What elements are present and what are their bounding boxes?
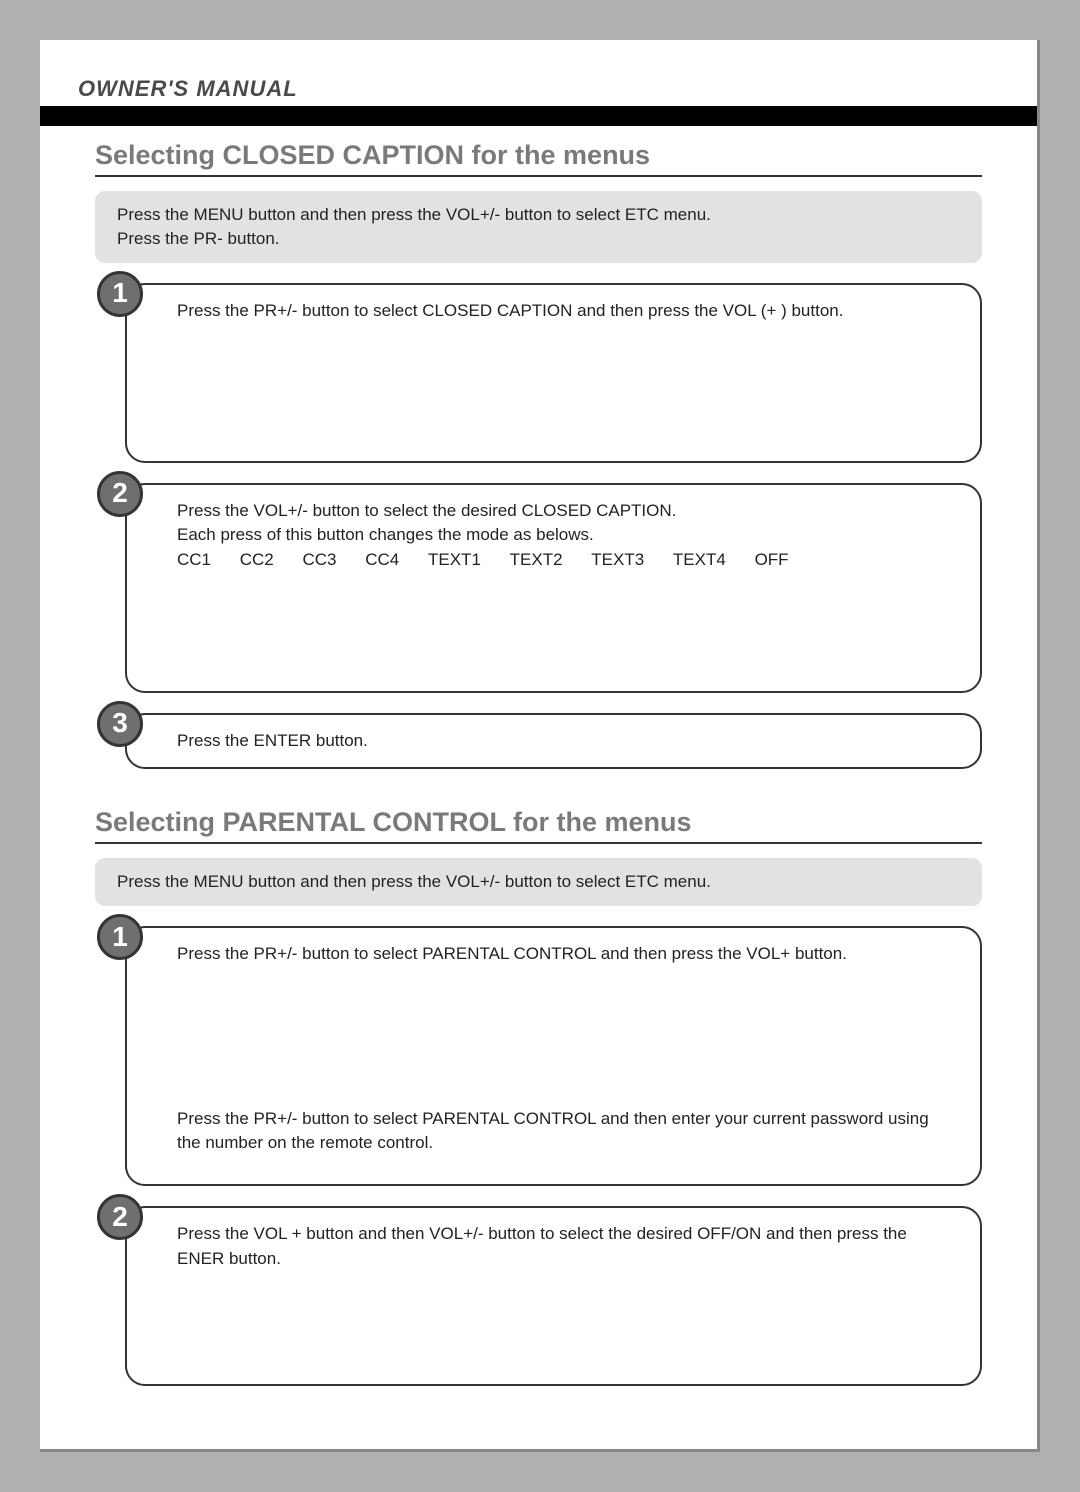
intro-line: Press the MENU button and then press the…: [117, 203, 960, 227]
mode-option: CC1: [177, 548, 211, 573]
mode-option: TEXT1: [428, 548, 481, 573]
mode-option: TEXT3: [591, 548, 644, 573]
header-divider-bar: [40, 106, 1037, 126]
page: OWNER'S MANUAL Selecting CLOSED CAPTION …: [40, 40, 1040, 1452]
page-content: Selecting CLOSED CAPTION for the menus P…: [95, 140, 982, 1419]
step-box: 1 Press the PR+/- button to select PAREN…: [125, 926, 982, 1186]
mode-option: CC4: [365, 548, 399, 573]
header-label: OWNER'S MANUAL: [78, 76, 298, 102]
step-box: 3 Press the ENTER button.: [125, 713, 982, 770]
intro-box-closed-caption: Press the MENU button and then press the…: [95, 191, 982, 263]
step-text: Press the PR+/- button to select PARENTA…: [177, 1107, 956, 1156]
step-number-badge: 1: [97, 914, 143, 960]
step-text: Press the PR+/- button to select PARENTA…: [177, 942, 956, 967]
step-box: 2 Press the VOL + button and then VOL+/-…: [125, 1206, 982, 1386]
section-title-parental-control: Selecting PARENTAL CONTROL for the menus: [95, 807, 982, 844]
mode-option: CC2: [240, 548, 274, 573]
section-title-closed-caption: Selecting CLOSED CAPTION for the menus: [95, 140, 982, 177]
step-box: 2 Press the VOL+/- button to select the …: [125, 483, 982, 693]
mode-option: CC3: [303, 548, 337, 573]
step-number-badge: 2: [97, 1194, 143, 1240]
step-text: Each press of this button changes the mo…: [177, 523, 956, 548]
mode-option: OFF: [755, 548, 789, 573]
intro-box-parental-control: Press the MENU button and then press the…: [95, 858, 982, 906]
step-number-badge: 3: [97, 701, 143, 747]
step-text: Press the VOL+/- button to select the de…: [177, 499, 956, 524]
mode-list: CC1 CC2 CC3 CC4 TEXT1 TEXT2 TEXT3 TEXT4 …: [177, 548, 956, 573]
step-text: Press the PR+/- button to select CLOSED …: [177, 299, 956, 324]
mode-option: TEXT2: [510, 548, 563, 573]
step-number-badge: 2: [97, 471, 143, 517]
step-text: Press the VOL + button and then VOL+/- b…: [177, 1222, 956, 1271]
step-text: Press the ENTER button.: [177, 729, 956, 754]
step-number-badge: 1: [97, 271, 143, 317]
intro-line: Press the PR- button.: [117, 227, 960, 251]
intro-line: Press the MENU button and then press the…: [117, 870, 960, 894]
step-box: 1 Press the PR+/- button to select CLOSE…: [125, 283, 982, 463]
mode-option: TEXT4: [673, 548, 726, 573]
